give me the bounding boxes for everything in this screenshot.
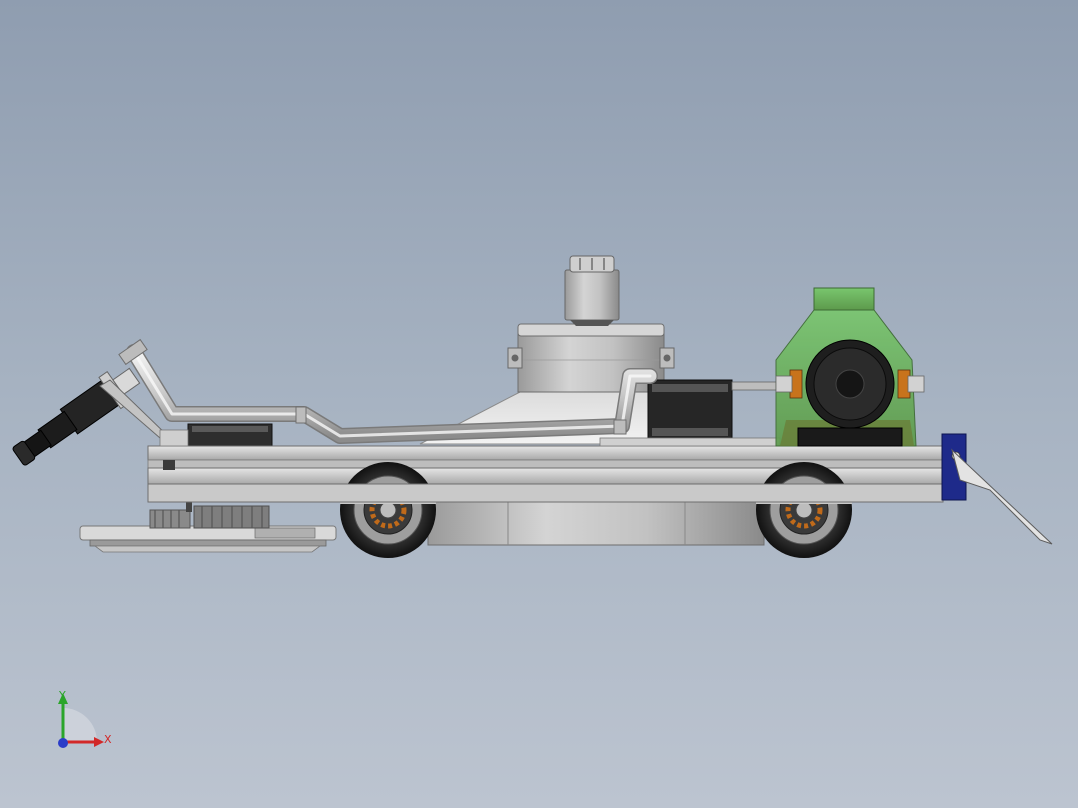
stepper-motor-left[interactable] [187, 423, 273, 447]
x-axis-label: X [104, 733, 112, 746]
rear-wheel[interactable] [756, 462, 852, 558]
cleaning-brush-disc[interactable] [79, 525, 337, 553]
frame-lower-rail [147, 483, 944, 503]
gear-train[interactable] [149, 502, 270, 529]
coordinate-triad: Y X [48, 684, 128, 764]
z-axis-dot [58, 738, 68, 748]
front-wheel[interactable] [340, 462, 436, 558]
suction-nozzle[interactable] [7, 360, 145, 473]
robot-assembly-model[interactable] [0, 0, 1078, 808]
rear-squeegee-blade[interactable] [951, 448, 1053, 545]
y-axis-label: Y [59, 689, 66, 702]
x-axis-arrowhead [94, 737, 104, 747]
stepper-motor-right[interactable] [647, 379, 777, 445]
triad-arc [63, 708, 97, 742]
cad-viewport[interactable]: Y X [0, 0, 1078, 808]
top-motor[interactable] [564, 255, 620, 326]
